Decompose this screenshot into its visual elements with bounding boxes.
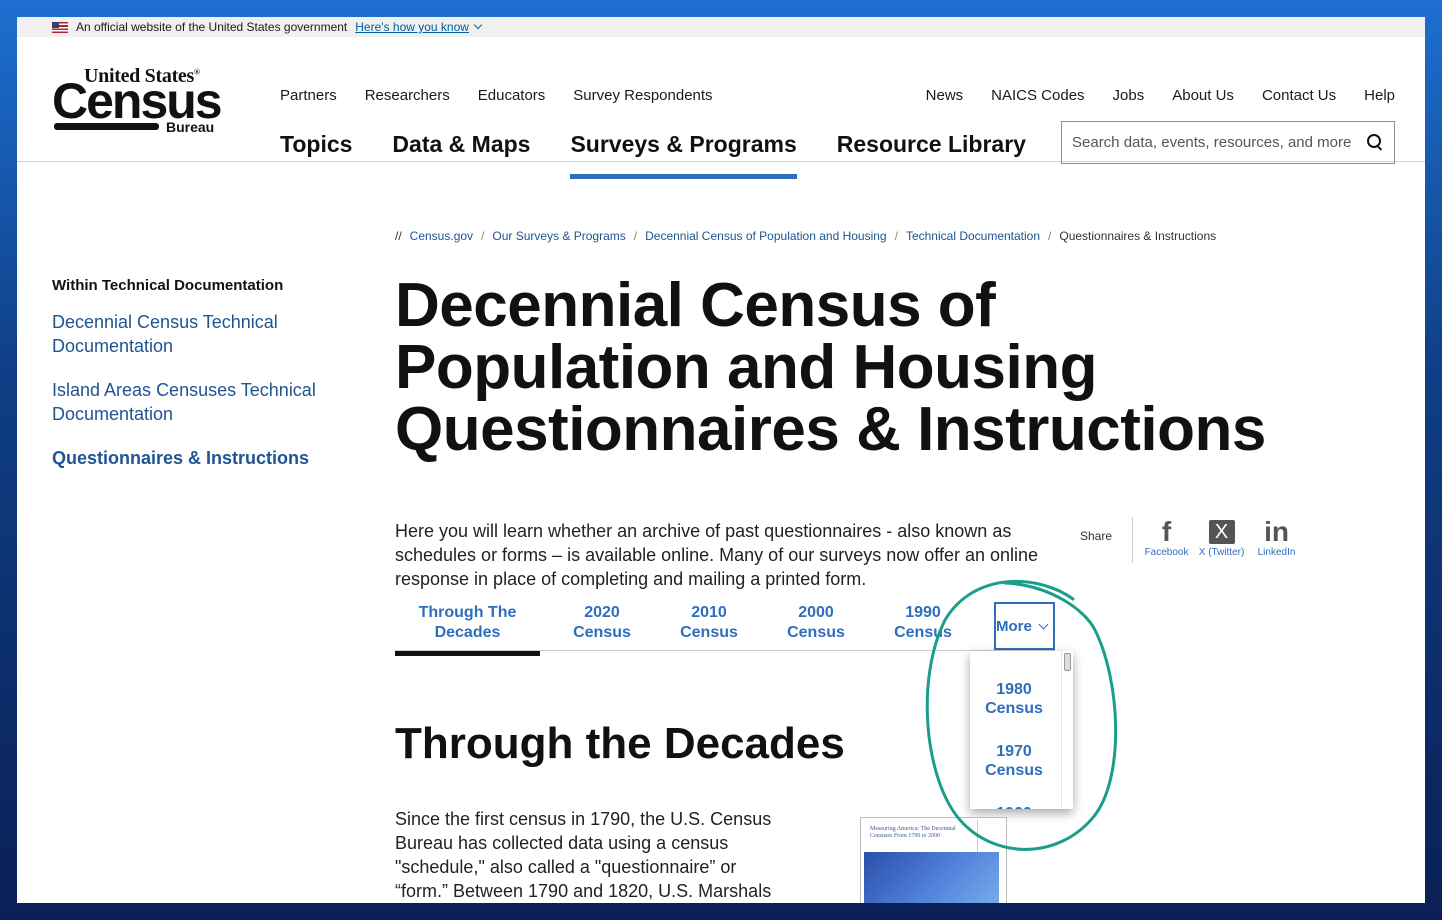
- tab-2010-census[interactable]: 2010 Census: [674, 603, 744, 643]
- audience-links: Partners Researchers Educators Survey Re…: [280, 87, 713, 104]
- main-nav: Topics Data & Maps Surveys & Programs Re…: [280, 131, 1066, 179]
- tab-label: Decades: [434, 624, 501, 641]
- map-illustration: [864, 852, 999, 903]
- chevron-down-icon: [1038, 619, 1049, 629]
- breadcrumb-separator: /: [633, 229, 638, 243]
- share-x-label[interactable]: X (Twitter): [1199, 547, 1245, 558]
- tab-label: Census: [894, 624, 952, 641]
- breadcrumb-prefix: //: [395, 229, 402, 243]
- census-logo[interactable]: United States® Census Bureau: [52, 65, 227, 135]
- logo-bar: [54, 123, 159, 130]
- sidebar-item-questionnaires[interactable]: Questionnaires & Instructions: [52, 446, 342, 470]
- site-header: United States® Census Bureau Partners Re…: [17, 37, 1425, 179]
- researchers-link[interactable]: Researchers: [365, 87, 450, 104]
- tab-label: Census: [680, 624, 738, 641]
- share-bar: Share f Facebook X X (Twitter) in Linked…: [1080, 517, 1304, 563]
- educators-link[interactable]: Educators: [478, 87, 546, 104]
- more-dropdown-menu: 1980 Census 1970 Census 1960: [970, 651, 1073, 809]
- sidebar-heading: Within Technical Documentation: [52, 277, 284, 294]
- help-link[interactable]: Help: [1364, 87, 1395, 104]
- logo-bureau: Bureau: [166, 119, 215, 135]
- tab-1990-census[interactable]: 1990 Census: [888, 603, 958, 643]
- nav-surveys-programs[interactable]: Surveys & Programs: [570, 131, 798, 179]
- tab-label: 2010: [691, 604, 727, 621]
- search-icon[interactable]: [1366, 133, 1386, 153]
- dropdown-item-label: Census: [985, 762, 1043, 779]
- jobs-link[interactable]: Jobs: [1113, 87, 1145, 104]
- measuring-america-image[interactable]: Measuring America: The Decennial Censuse…: [860, 817, 1007, 903]
- share-label: Share: [1080, 529, 1113, 543]
- breadcrumb-current: Questionnaires & Instructions: [1059, 229, 1217, 243]
- tab-label: Census: [787, 624, 845, 641]
- tab-label: 2000: [798, 604, 834, 621]
- intro-paragraph: Here you will learn whether an archive o…: [395, 521, 1039, 589]
- dropdown-item-label: Census: [985, 700, 1043, 717]
- dropdown-item-label: 1980: [996, 681, 1032, 698]
- gov-banner: An official website of the United States…: [17, 17, 1425, 37]
- browser-window: An official website of the United States…: [17, 17, 1425, 903]
- dropdown-scroll-track[interactable]: [1061, 651, 1073, 809]
- dropdown-item-label: 1960: [970, 804, 1058, 809]
- more-label: More: [996, 617, 1032, 635]
- sidebar-item-island-areas[interactable]: Island Areas Censuses Technical Document…: [52, 378, 342, 426]
- search-input[interactable]: [1072, 134, 1364, 151]
- facebook-icon[interactable]: f: [1162, 517, 1171, 547]
- breadcrumb-separator: /: [1048, 229, 1052, 243]
- news-link[interactable]: News: [926, 87, 964, 104]
- breadcrumb-surveys-programs[interactable]: Our Surveys & Programs: [492, 229, 625, 243]
- search-box: [1061, 121, 1395, 164]
- share-facebook-label[interactable]: Facebook: [1145, 547, 1189, 558]
- share-divider: [1132, 517, 1134, 563]
- utility-links: News NAICS Codes Jobs About Us Contact U…: [926, 87, 1395, 104]
- share-linkedin[interactable]: in LinkedIn: [1249, 517, 1304, 559]
- breadcrumb-separator: /: [481, 229, 485, 243]
- dropdown-item-1980-census[interactable]: 1980 Census: [970, 680, 1058, 718]
- tab-label: Census: [573, 624, 631, 641]
- share-x-twitter[interactable]: X X (Twitter): [1194, 517, 1249, 558]
- more-tabs-button[interactable]: More: [994, 602, 1055, 650]
- x-twitter-icon[interactable]: X: [1208, 520, 1235, 544]
- page-title: Decennial Census of Population and Housi…: [395, 271, 1266, 464]
- heres-how-you-know-link[interactable]: Here's how you know: [355, 20, 469, 34]
- survey-respondents-link[interactable]: Survey Respondents: [573, 87, 712, 104]
- breadcrumb: // Census.gov / Our Surveys & Programs /…: [395, 229, 1216, 243]
- tab-through-the-decades[interactable]: Through The Decades: [395, 603, 540, 656]
- gov-banner-text: An official website of the United States…: [76, 20, 348, 34]
- naics-codes-link[interactable]: NAICS Codes: [991, 87, 1084, 104]
- share-linkedin-label[interactable]: LinkedIn: [1258, 547, 1296, 558]
- tab-label: 1990: [905, 604, 941, 621]
- dropdown-item-1970-census[interactable]: 1970 Census: [970, 742, 1058, 780]
- breadcrumb-census-gov[interactable]: Census.gov: [410, 229, 473, 243]
- dropdown-item-1960-census[interactable]: 1960: [970, 804, 1058, 809]
- book-cover-title: Measuring America: The Decennial Censuse…: [870, 826, 956, 839]
- us-flag-icon: [52, 21, 68, 33]
- partners-link[interactable]: Partners: [280, 87, 337, 104]
- tab-label: 2020: [584, 604, 620, 621]
- linkedin-icon[interactable]: in: [1264, 517, 1289, 547]
- share-facebook[interactable]: f Facebook: [1139, 517, 1194, 559]
- dropdown-item-label: 1970: [996, 743, 1032, 760]
- breadcrumb-separator: /: [894, 229, 898, 243]
- section-body: Since the first census in 1790, the U.S.…: [395, 809, 772, 901]
- tab-label: Through The: [418, 604, 517, 621]
- sidebar: Within Technical Documentation Decennial…: [52, 277, 342, 490]
- about-us-link[interactable]: About Us: [1172, 87, 1234, 104]
- sidebar-item-decennial-technical-documentation[interactable]: Decennial Census Technical Documentation: [52, 310, 342, 358]
- tab-2000-census[interactable]: 2000 Census: [781, 603, 851, 643]
- breadcrumb-technical-documentation[interactable]: Technical Documentation: [906, 229, 1040, 243]
- contact-us-link[interactable]: Contact Us: [1262, 87, 1336, 104]
- breadcrumb-decennial-census[interactable]: Decennial Census of Population and Housi…: [645, 229, 887, 243]
- dropdown-scrollbar-thumb[interactable]: [1064, 653, 1071, 671]
- nav-topics[interactable]: Topics: [280, 131, 352, 179]
- section-title: Through the Decades: [395, 719, 845, 768]
- chevron-down-icon[interactable]: [473, 20, 483, 30]
- nav-data-maps[interactable]: Data & Maps: [392, 131, 530, 179]
- nav-resource-library[interactable]: Resource Library: [837, 131, 1026, 179]
- tab-2020-census[interactable]: 2020 Census: [567, 603, 637, 643]
- census-tabs: Through The Decades 2020 Census 2010 Cen…: [395, 603, 1055, 656]
